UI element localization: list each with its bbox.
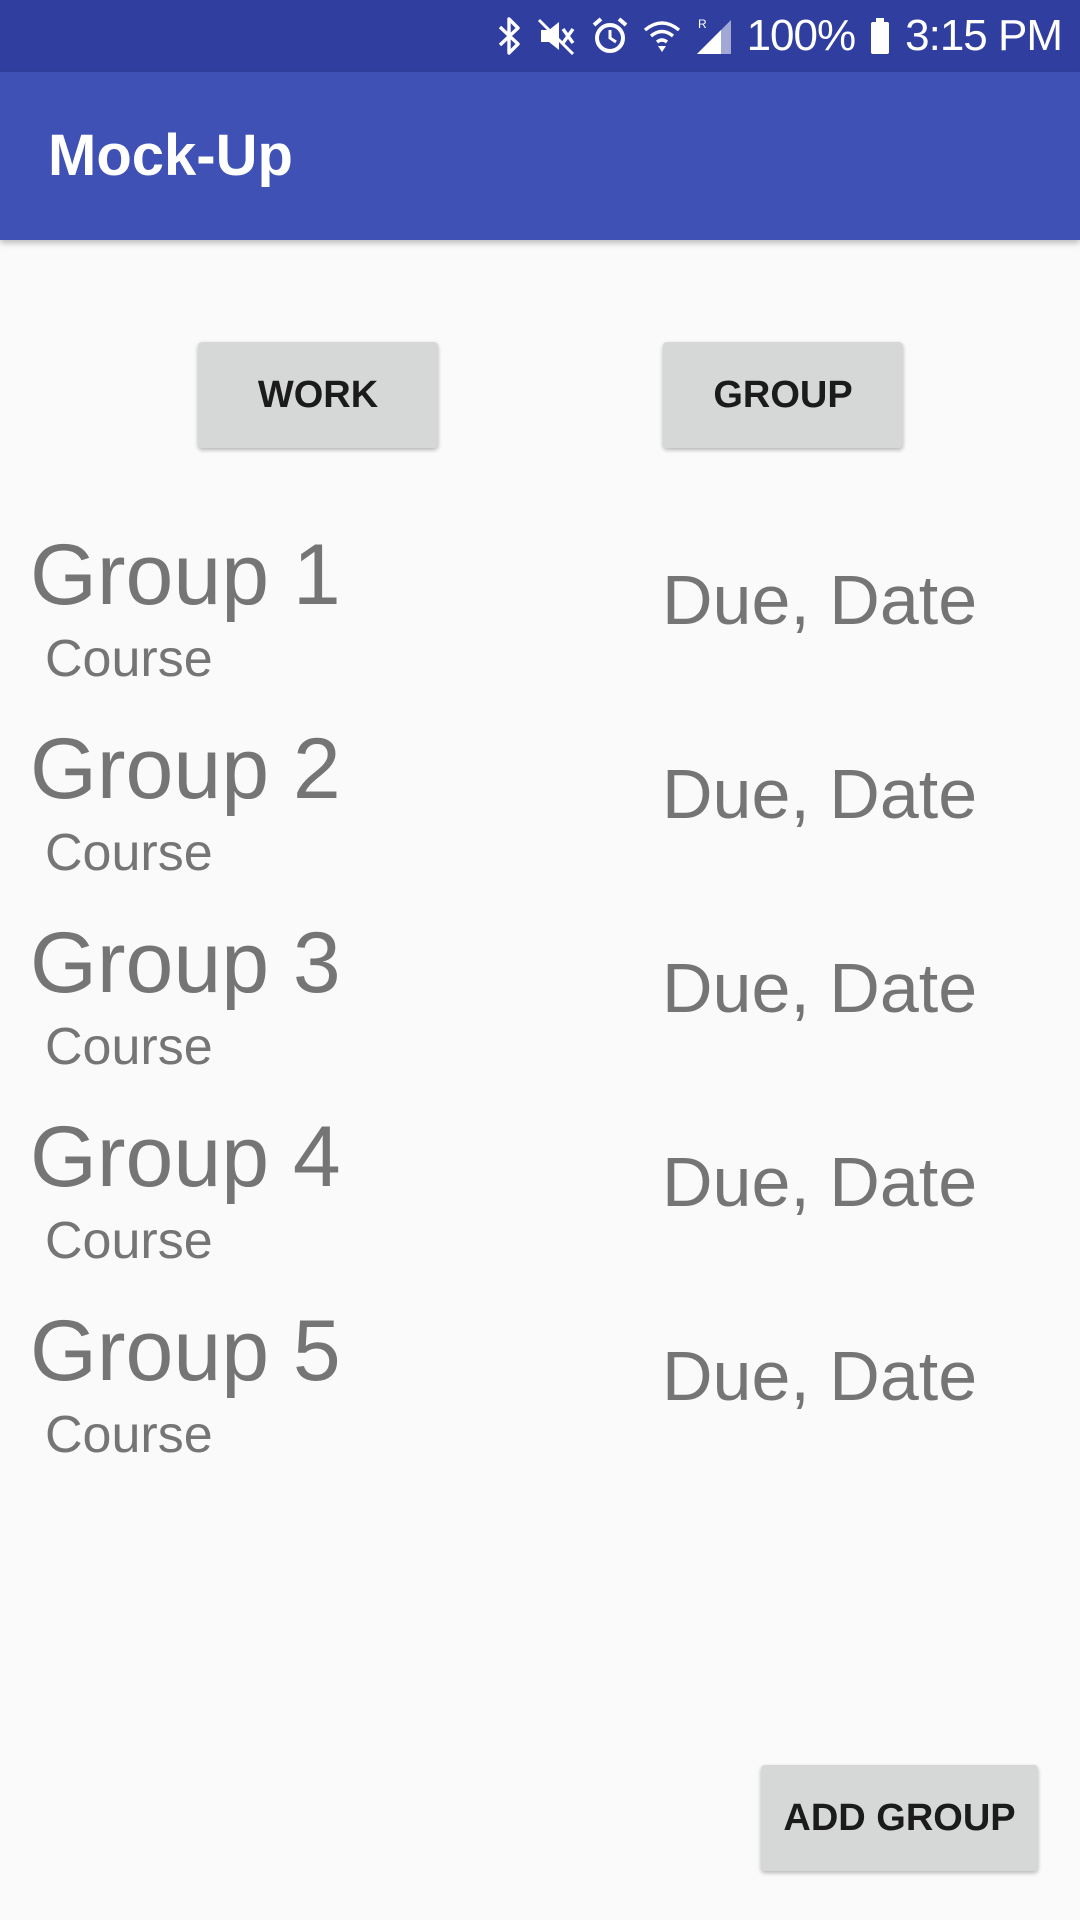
mute-icon [537, 14, 577, 58]
status-time: 3:15 PM [905, 11, 1063, 60]
course-label: Course [45, 1018, 213, 1076]
status-icons: R 100% 3:15 PM [497, 0, 1063, 72]
due-date: Due, Date [662, 1337, 978, 1415]
battery-percent: 100% [746, 11, 857, 60]
group-name: Group 3 [30, 915, 341, 1011]
app-title: Mock-Up [48, 123, 293, 188]
due-date: Due, Date [662, 949, 978, 1027]
group-button[interactable]: GROUP [663, 342, 903, 448]
due-date: Due, Date [662, 755, 978, 833]
course-label: Course [45, 630, 213, 688]
cell-signal-icon: R [695, 14, 733, 58]
svg-text:R: R [698, 17, 707, 31]
group-name: Group 4 [30, 1109, 341, 1205]
status-bar: R 100% 3:15 PM [0, 0, 1080, 72]
list-item[interactable]: Group 4 Course Due, Date [0, 1107, 1080, 1301]
list-item[interactable]: Group 3 Course Due, Date [0, 913, 1080, 1107]
course-label: Course [45, 824, 213, 882]
group-name: Group 1 [30, 527, 341, 623]
group-name: Group 5 [30, 1303, 341, 1399]
course-label: Course [45, 1406, 213, 1464]
course-label: Course [45, 1212, 213, 1270]
work-button[interactable]: WORK [198, 342, 438, 448]
list-item[interactable]: Group 2 Course Due, Date [0, 719, 1080, 913]
wifi-icon [643, 14, 681, 58]
group-name: Group 2 [30, 721, 341, 817]
battery-icon [869, 14, 891, 58]
list-item[interactable]: Group 1 Course Due, Date [0, 525, 1080, 719]
due-date: Due, Date [662, 561, 978, 639]
list-item[interactable]: Group 5 Course Due, Date [0, 1301, 1080, 1495]
alarm-icon [591, 14, 629, 58]
due-date: Due, Date [662, 1143, 978, 1221]
app-bar: Mock-Up [0, 72, 1080, 240]
add-group-button[interactable]: ADD GROUP [761, 1765, 1038, 1871]
bluetooth-icon [497, 14, 523, 58]
